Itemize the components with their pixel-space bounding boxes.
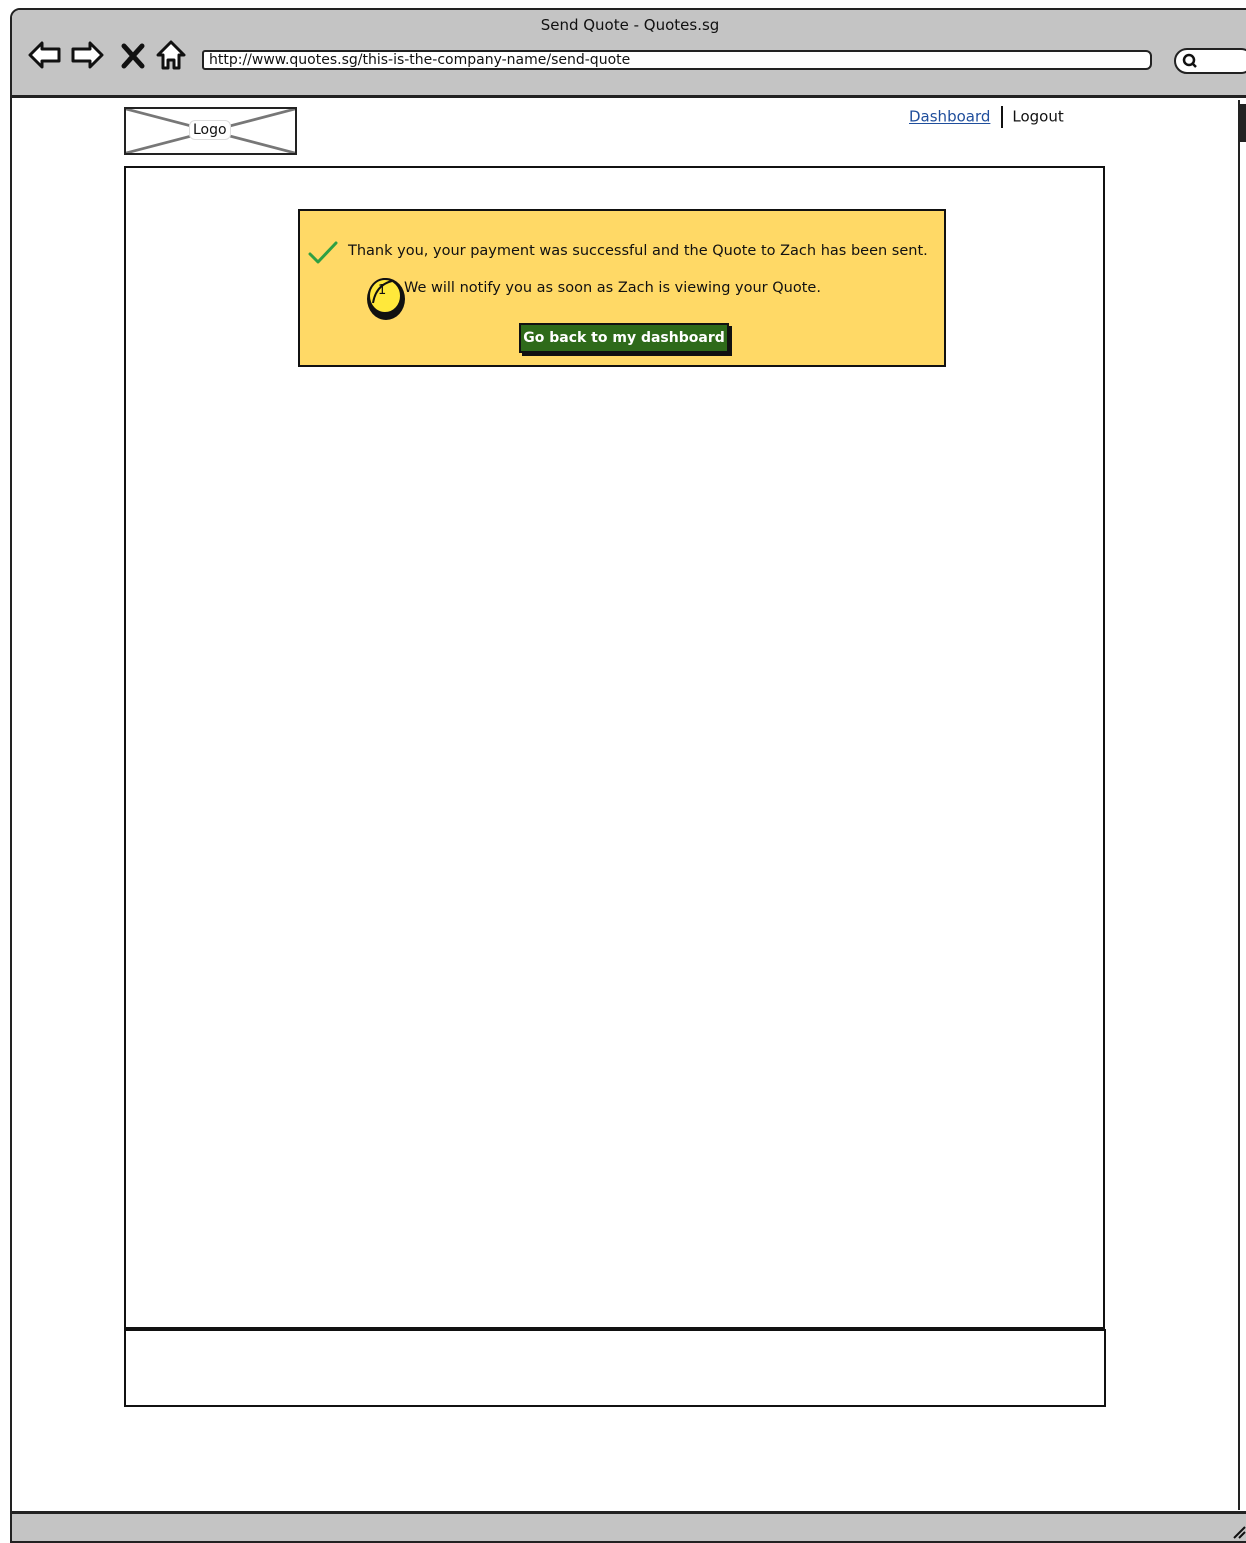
logo-placeholder: Logo xyxy=(124,107,297,155)
link-divider xyxy=(1001,106,1004,128)
browser-search-button[interactable] xyxy=(1174,48,1246,74)
forward-arrow-icon[interactable] xyxy=(70,38,104,72)
browser-titlebar: Send Quote - Quotes.sg http://www.quotes… xyxy=(12,10,1246,98)
success-alert: Thank you, your payment was successful a… xyxy=(298,209,946,367)
scrollbar-thumb[interactable] xyxy=(1240,104,1246,142)
header-links: Dashboard Logout xyxy=(909,106,1064,128)
logout-link[interactable]: Logout xyxy=(1012,108,1063,126)
vertical-scrollbar[interactable] xyxy=(1238,100,1246,1510)
logo-label: Logo xyxy=(190,121,230,139)
home-icon[interactable] xyxy=(154,38,188,72)
dashboard-link[interactable]: Dashboard xyxy=(909,108,990,126)
address-bar[interactable]: http://www.quotes.sg/this-is-the-company… xyxy=(202,50,1152,70)
search-icon xyxy=(1182,53,1197,68)
payment-success-message: Thank you, your payment was successful a… xyxy=(348,243,928,259)
checkmark-icon xyxy=(308,241,338,264)
annotation-number: 1 xyxy=(378,283,387,298)
back-to-dashboard-button[interactable]: Go back to my dashboard xyxy=(519,323,729,353)
stop-x-icon[interactable] xyxy=(120,38,146,72)
annotation-marker-icon: 1 xyxy=(362,273,412,325)
footer-panel xyxy=(124,1329,1106,1407)
notify-message: We will notify you as soon as Zach is vi… xyxy=(404,280,821,296)
window-title: Send Quote - Quotes.sg xyxy=(540,16,720,34)
back-arrow-icon[interactable] xyxy=(28,38,62,72)
